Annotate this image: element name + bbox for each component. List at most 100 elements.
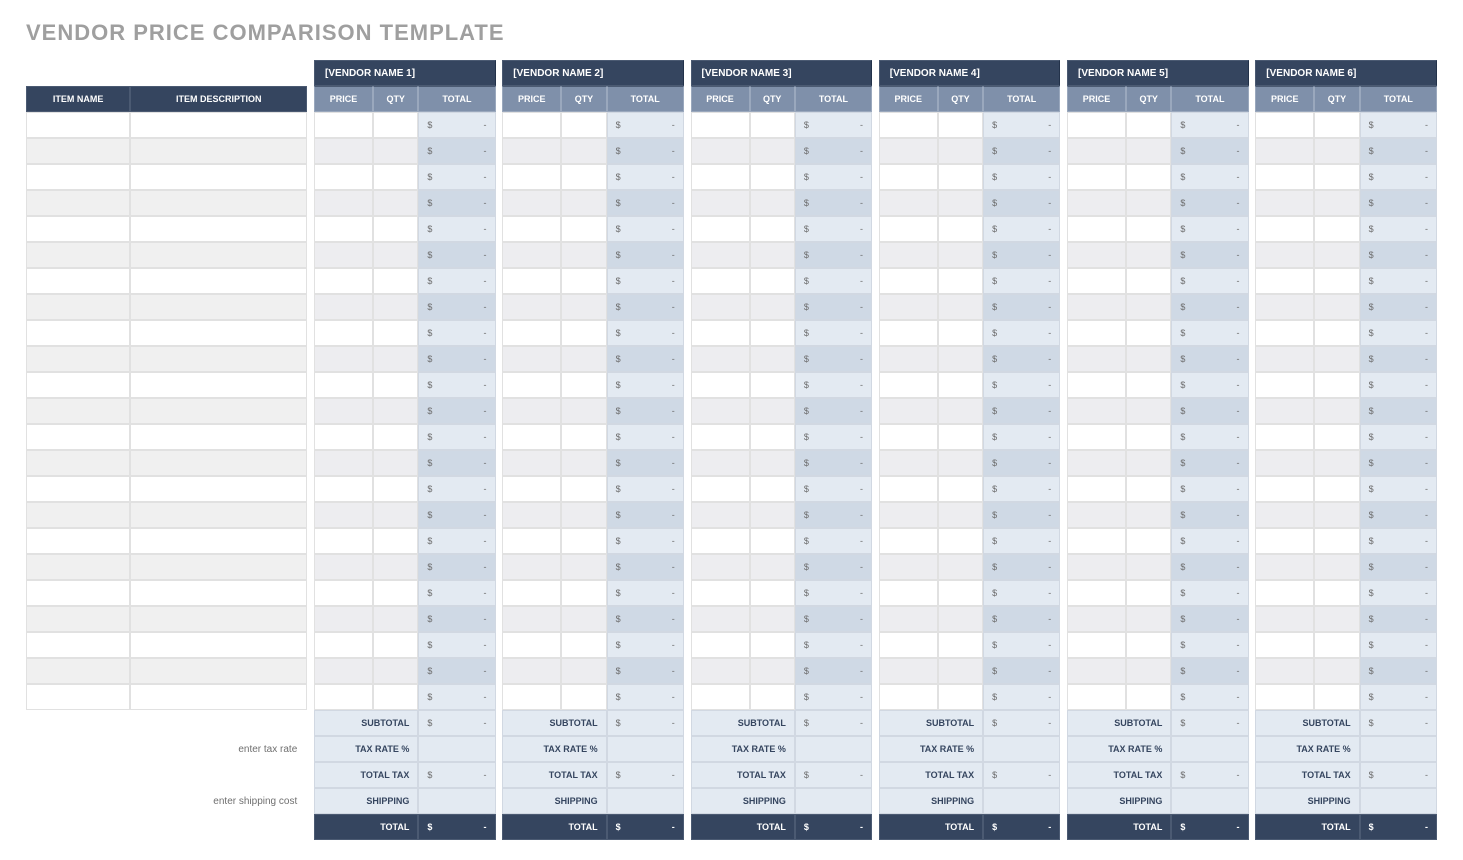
qty-cell[interactable] — [938, 502, 983, 528]
price-cell[interactable] — [879, 684, 938, 710]
qty-cell[interactable] — [373, 398, 418, 424]
price-cell[interactable] — [502, 684, 561, 710]
qty-cell[interactable] — [750, 632, 795, 658]
price-cell[interactable] — [691, 580, 750, 606]
price-cell[interactable] — [314, 554, 373, 580]
price-cell[interactable] — [314, 476, 373, 502]
qty-cell[interactable] — [561, 684, 606, 710]
price-cell[interactable] — [1067, 294, 1126, 320]
qty-cell[interactable] — [938, 346, 983, 372]
price-cell[interactable] — [502, 424, 561, 450]
summary-value[interactable] — [1360, 736, 1437, 762]
qty-cell[interactable] — [373, 606, 418, 632]
qty-cell[interactable] — [1314, 398, 1359, 424]
summary-value[interactable] — [607, 736, 684, 762]
qty-cell[interactable] — [938, 476, 983, 502]
price-cell[interactable] — [1067, 658, 1126, 684]
qty-cell[interactable] — [938, 320, 983, 346]
price-cell[interactable] — [1255, 424, 1314, 450]
price-cell[interactable] — [1255, 476, 1314, 502]
qty-cell[interactable] — [1314, 528, 1359, 554]
qty-cell[interactable] — [1126, 190, 1171, 216]
price-cell[interactable] — [502, 112, 561, 138]
summary-value[interactable] — [607, 788, 684, 814]
price-cell[interactable] — [691, 606, 750, 632]
price-cell[interactable] — [691, 554, 750, 580]
price-cell[interactable] — [1067, 138, 1126, 164]
price-cell[interactable] — [1255, 502, 1314, 528]
qty-cell[interactable] — [373, 346, 418, 372]
price-cell[interactable] — [1255, 684, 1314, 710]
qty-cell[interactable] — [373, 294, 418, 320]
qty-cell[interactable] — [373, 632, 418, 658]
summary-value[interactable] — [1171, 736, 1248, 762]
item-description-cell[interactable] — [130, 242, 307, 268]
item-name-cell[interactable] — [26, 606, 130, 632]
price-cell[interactable] — [314, 528, 373, 554]
qty-cell[interactable] — [373, 580, 418, 606]
price-cell[interactable] — [1067, 398, 1126, 424]
price-cell[interactable] — [502, 268, 561, 294]
summary-value[interactable] — [983, 736, 1060, 762]
price-cell[interactable] — [691, 502, 750, 528]
item-name-cell[interactable] — [26, 138, 130, 164]
price-cell[interactable] — [1067, 164, 1126, 190]
item-description-cell[interactable] — [130, 372, 307, 398]
price-cell[interactable] — [314, 268, 373, 294]
qty-cell[interactable] — [938, 138, 983, 164]
price-cell[interactable] — [502, 580, 561, 606]
qty-cell[interactable] — [938, 190, 983, 216]
item-name-cell[interactable] — [26, 632, 130, 658]
price-cell[interactable] — [314, 658, 373, 684]
price-cell[interactable] — [879, 658, 938, 684]
price-cell[interactable] — [1255, 580, 1314, 606]
qty-cell[interactable] — [750, 242, 795, 268]
price-cell[interactable] — [314, 372, 373, 398]
item-description-cell[interactable] — [130, 268, 307, 294]
price-cell[interactable] — [1255, 320, 1314, 346]
item-name-cell[interactable] — [26, 112, 130, 138]
price-cell[interactable] — [1067, 424, 1126, 450]
price-cell[interactable] — [691, 294, 750, 320]
qty-cell[interactable] — [561, 138, 606, 164]
item-name-cell[interactable] — [26, 164, 130, 190]
summary-value[interactable] — [795, 788, 872, 814]
qty-cell[interactable] — [373, 190, 418, 216]
price-cell[interactable] — [879, 502, 938, 528]
qty-cell[interactable] — [938, 398, 983, 424]
item-name-cell[interactable] — [26, 190, 130, 216]
price-cell[interactable] — [879, 190, 938, 216]
price-cell[interactable] — [1067, 606, 1126, 632]
price-cell[interactable] — [314, 502, 373, 528]
price-cell[interactable] — [1067, 632, 1126, 658]
qty-cell[interactable] — [1126, 632, 1171, 658]
price-cell[interactable] — [502, 346, 561, 372]
item-description-cell[interactable] — [130, 398, 307, 424]
qty-cell[interactable] — [1126, 112, 1171, 138]
price-cell[interactable] — [1255, 112, 1314, 138]
price-cell[interactable] — [1067, 502, 1126, 528]
price-cell[interactable] — [1067, 242, 1126, 268]
price-cell[interactable] — [691, 268, 750, 294]
price-cell[interactable] — [502, 398, 561, 424]
qty-cell[interactable] — [1126, 346, 1171, 372]
item-name-cell[interactable] — [26, 528, 130, 554]
price-cell[interactable] — [879, 242, 938, 268]
qty-cell[interactable] — [373, 112, 418, 138]
price-cell[interactable] — [314, 164, 373, 190]
qty-cell[interactable] — [1126, 294, 1171, 320]
qty-cell[interactable] — [561, 268, 606, 294]
price-cell[interactable] — [502, 502, 561, 528]
qty-cell[interactable] — [1314, 216, 1359, 242]
item-name-cell[interactable] — [26, 320, 130, 346]
item-description-cell[interactable] — [130, 346, 307, 372]
price-cell[interactable] — [314, 580, 373, 606]
qty-cell[interactable] — [373, 320, 418, 346]
price-cell[interactable] — [691, 346, 750, 372]
price-cell[interactable] — [1255, 294, 1314, 320]
qty-cell[interactable] — [750, 190, 795, 216]
qty-cell[interactable] — [750, 294, 795, 320]
price-cell[interactable] — [691, 372, 750, 398]
price-cell[interactable] — [502, 554, 561, 580]
price-cell[interactable] — [879, 138, 938, 164]
